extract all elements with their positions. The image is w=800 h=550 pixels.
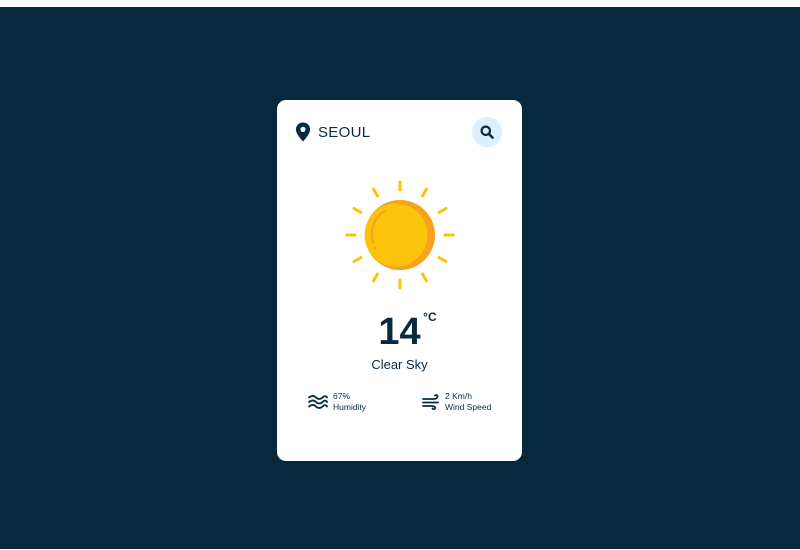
weather-condition: Clear Sky bbox=[371, 357, 428, 372]
humidity-label: Humidity bbox=[333, 402, 367, 412]
humidity-stat: 67% Humidity bbox=[308, 391, 366, 413]
sun-icon bbox=[345, 180, 455, 290]
map-pin-icon bbox=[295, 122, 311, 142]
wind-icon bbox=[422, 394, 440, 410]
wind-stat: 2 Km/h Wind Speed bbox=[422, 391, 491, 413]
temperature-display: 14 °C bbox=[277, 310, 522, 354]
search-button[interactable] bbox=[472, 117, 502, 147]
temperature-value: 14 bbox=[378, 311, 421, 353]
wind-speed-label: Wind Speed bbox=[445, 402, 492, 412]
weather-card: SEOUL 14 °C Clear Sky 67% Humidity 2 Km/… bbox=[277, 100, 522, 461]
waves-icon bbox=[308, 395, 328, 409]
temperature-unit: °C bbox=[423, 310, 437, 324]
search-icon bbox=[480, 125, 494, 139]
location: SEOUL bbox=[295, 122, 370, 142]
wind-speed-value: 2 Km/h bbox=[445, 391, 472, 401]
city-name: SEOUL bbox=[318, 123, 371, 141]
humidity-value: 67% bbox=[333, 391, 351, 401]
